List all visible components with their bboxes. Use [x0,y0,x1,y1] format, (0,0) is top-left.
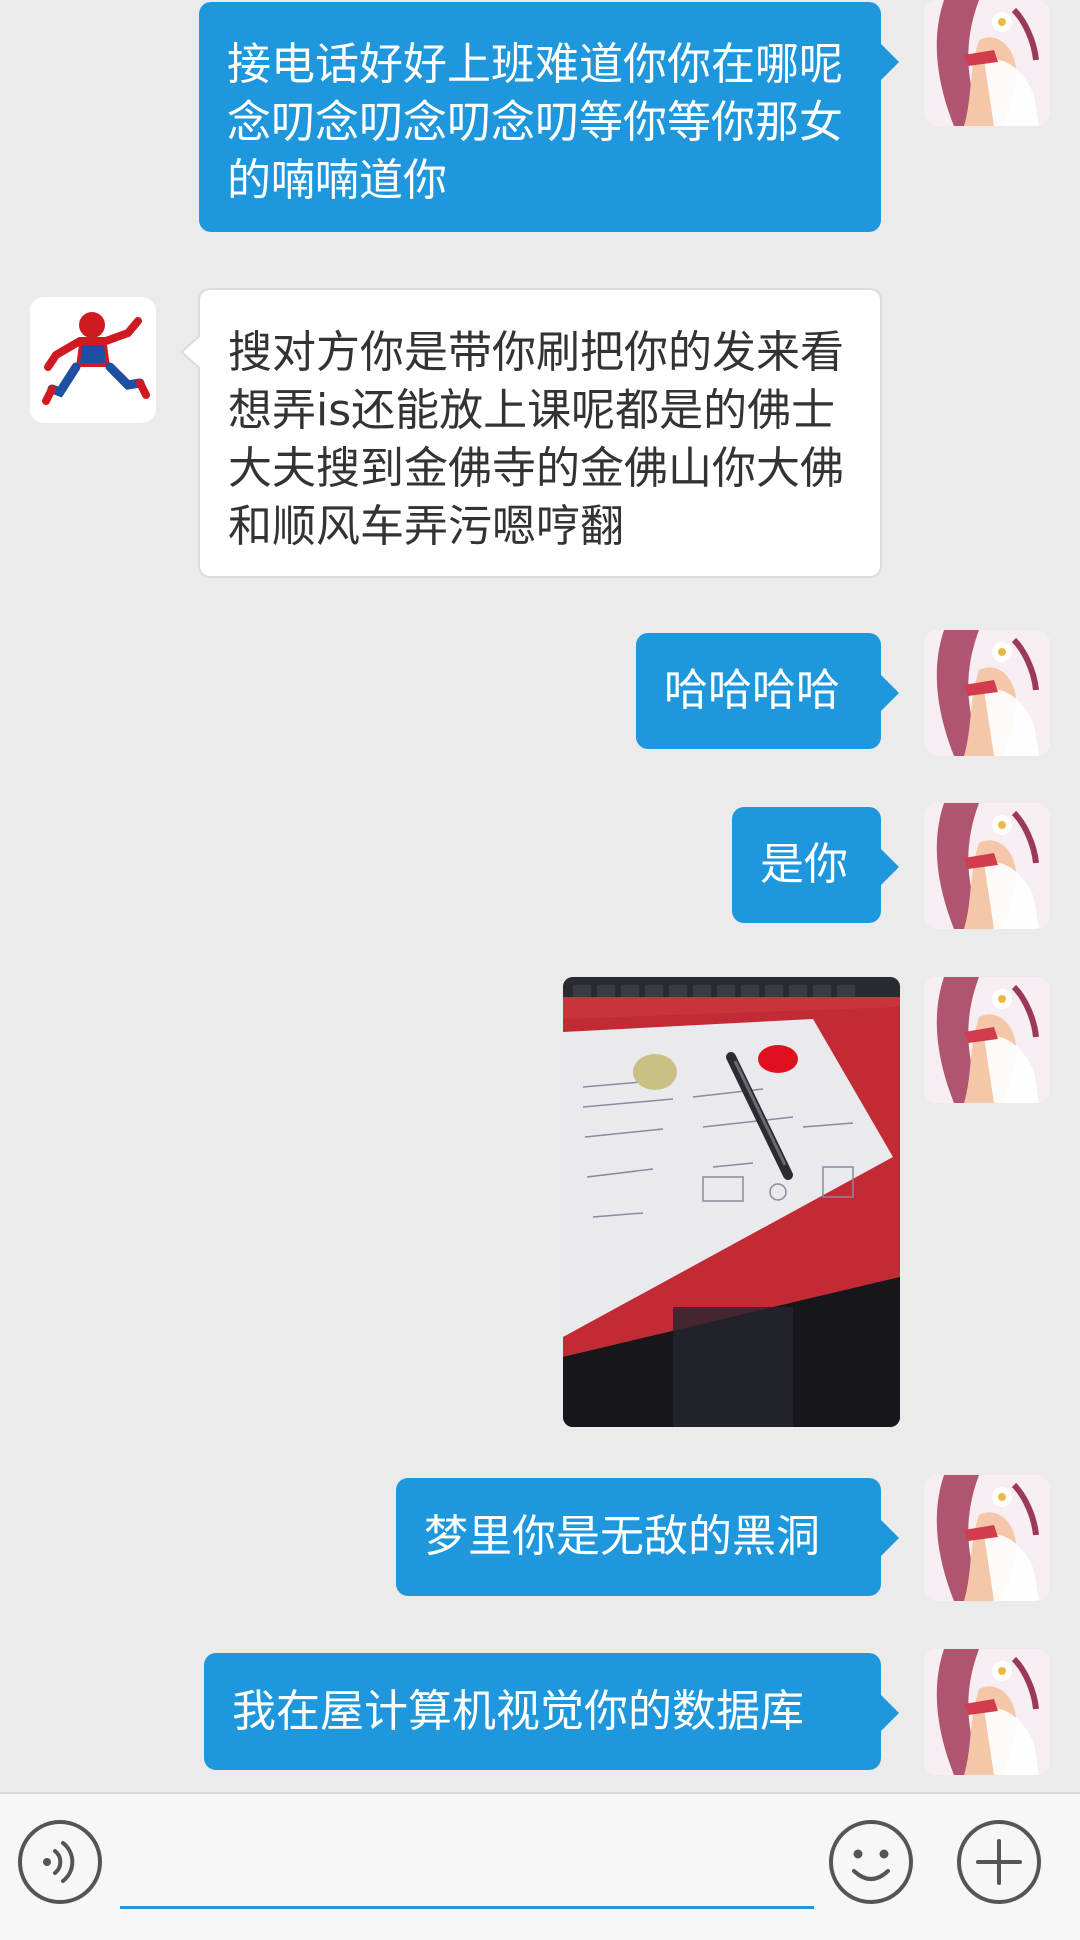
message-bubble-outgoing[interactable]: 接电话好好上班难道你你在哪呢念叨念叨念叨念叨等你等你那女的喃喃道你 [199,2,899,232]
emoji-icon[interactable] [828,1819,914,1905]
self-avatar[interactable] [924,1649,1050,1775]
anime-girl-avatar-image [924,1475,1050,1601]
contact-avatar[interactable] [30,297,156,423]
message-bubble-outgoing[interactable]: 我在屋计算机视觉你的数据库 [204,1653,899,1770]
self-avatar[interactable] [924,0,1050,126]
anime-girl-avatar-image [924,803,1050,929]
chat-screen: 接电话好好上班难道你你在哪呢念叨念叨念叨念叨等你等你那女的喃喃道你 搜对方你是带… [0,0,1080,1940]
input-bar [0,1792,1080,1940]
plus-icon[interactable] [956,1819,1042,1905]
self-avatar[interactable] [924,803,1050,929]
voice-icon[interactable] [17,1819,103,1905]
spiderman-avatar-image [30,297,156,423]
anime-girl-avatar-image [924,0,1050,126]
self-avatar[interactable] [924,977,1050,1103]
message-bubble-outgoing[interactable]: 梦里你是无敌的黑洞 [396,1478,899,1596]
self-avatar[interactable] [924,630,1050,756]
message-list[interactable]: 接电话好好上班难道你你在哪呢念叨念叨念叨念叨等你等你那女的喃喃道你 搜对方你是带… [0,0,1080,1792]
message-input[interactable] [120,1822,814,1909]
desk-photo-image [563,977,900,1427]
message-bubble-incoming[interactable]: 搜对方你是带你刷把你的发来看想弄is还能放上课呢都是的佛士大夫搜到金佛寺的金佛山… [180,288,882,578]
self-avatar[interactable] [924,1475,1050,1601]
image-message[interactable] [563,977,900,1427]
message-bubble-outgoing[interactable]: 是你 [732,807,899,923]
message-bubble-outgoing[interactable]: 哈哈哈哈 [636,633,899,749]
anime-girl-avatar-image [924,1649,1050,1775]
anime-girl-avatar-image [924,630,1050,756]
anime-girl-avatar-image [924,977,1050,1103]
